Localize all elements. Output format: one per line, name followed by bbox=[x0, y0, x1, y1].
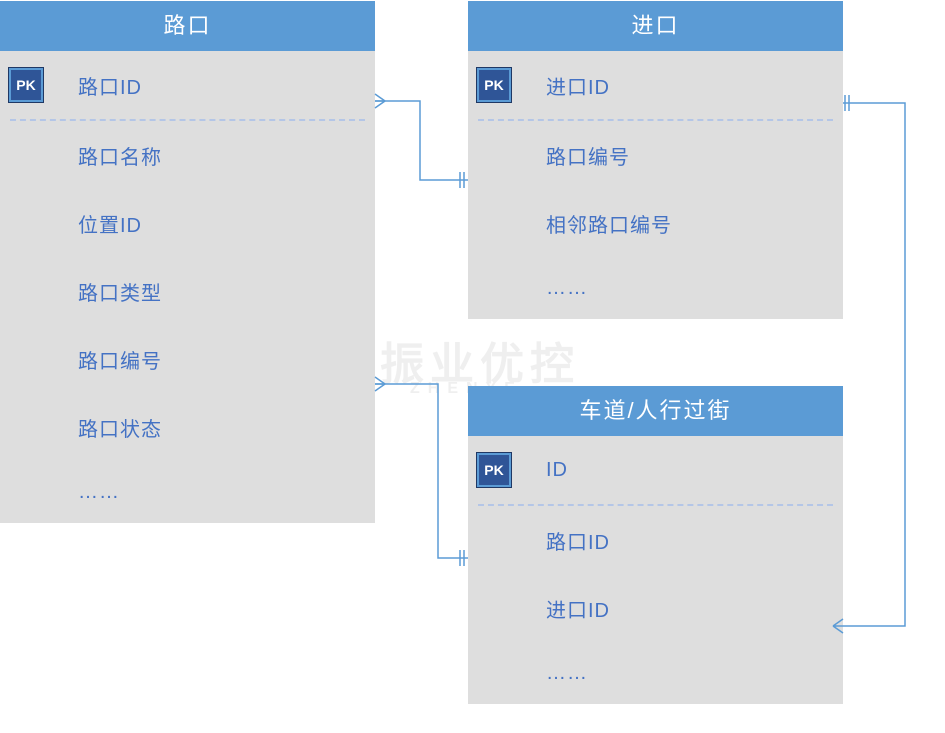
entity-approach-body: PK 进口ID 路口编号 相邻路口编号 …… bbox=[468, 51, 843, 319]
entity-intersection-row: 路口类型 bbox=[0, 257, 375, 325]
entity-approach: 进口 PK 进口ID 路口编号 相邻路口编号 …… bbox=[468, 1, 843, 319]
pk-badge: PK bbox=[476, 67, 512, 103]
watermark-cn-text: 振业优控 bbox=[380, 328, 580, 392]
entity-approach-title: 进口 bbox=[468, 1, 843, 51]
entity-intersection-title: 路口 bbox=[0, 1, 375, 51]
entity-intersection-row: …… bbox=[0, 461, 375, 523]
entity-lane-title: 车道/人行过街 bbox=[468, 386, 843, 436]
attr-label: 路口编号 bbox=[78, 345, 162, 374]
entity-intersection-row: 路口编号 bbox=[0, 325, 375, 393]
crowsfoot-icon bbox=[375, 94, 385, 108]
attr-label: 路口ID bbox=[546, 526, 610, 555]
attr-label: 路口ID bbox=[78, 71, 142, 100]
entity-intersection-row: 路口状态 bbox=[0, 393, 375, 461]
attr-label: 进口ID bbox=[546, 71, 610, 100]
entity-intersection-body: PK 路口ID 路口名称 位置ID 路口类型 路口编号 路口状态 …… bbox=[0, 51, 375, 523]
attr-label: 路口名称 bbox=[78, 141, 162, 170]
attr-label: 路口状态 bbox=[78, 413, 162, 442]
entity-lane-row-pk: PK ID bbox=[468, 436, 843, 504]
attr-label: 路口类型 bbox=[78, 277, 162, 306]
entity-approach-row: 相邻路口编号 bbox=[468, 189, 843, 257]
entity-intersection-row: 路口名称 bbox=[0, 121, 375, 189]
entity-intersection-row: 位置ID bbox=[0, 189, 375, 257]
attr-label: 位置ID bbox=[78, 209, 142, 238]
entity-lane-row: 进口ID bbox=[468, 574, 843, 642]
attr-label: …… bbox=[546, 662, 588, 685]
entity-lane: 车道/人行过街 PK ID 路口ID 进口ID …… bbox=[468, 386, 843, 704]
entity-lane-body: PK ID 路口ID 进口ID …… bbox=[468, 436, 843, 704]
entity-approach-row-pk: PK 进口ID bbox=[468, 51, 843, 119]
pk-badge: PK bbox=[476, 452, 512, 488]
entity-intersection-row-pk: PK 路口ID bbox=[0, 51, 375, 119]
entity-approach-row: 路口编号 bbox=[468, 121, 843, 189]
entity-intersection: 路口 PK 路口ID 路口名称 位置ID 路口类型 路口编号 路口状态 … bbox=[0, 1, 375, 523]
attr-label: ID bbox=[546, 459, 568, 482]
connector-approach-to-lane bbox=[843, 103, 905, 626]
crowsfoot-icon bbox=[375, 377, 385, 391]
attr-label: 路口编号 bbox=[546, 141, 630, 170]
entity-lane-row: 路口ID bbox=[468, 506, 843, 574]
entity-approach-row: …… bbox=[468, 257, 843, 319]
attr-label: …… bbox=[78, 481, 120, 504]
attr-label: …… bbox=[546, 277, 588, 300]
pk-badge: PK bbox=[8, 67, 44, 103]
connector-intersection-to-lane bbox=[375, 384, 468, 558]
attr-label: 相邻路口编号 bbox=[546, 209, 672, 238]
attr-label: 进口ID bbox=[546, 594, 610, 623]
entity-lane-row: …… bbox=[468, 642, 843, 704]
connector-intersection-to-approach bbox=[375, 101, 468, 180]
